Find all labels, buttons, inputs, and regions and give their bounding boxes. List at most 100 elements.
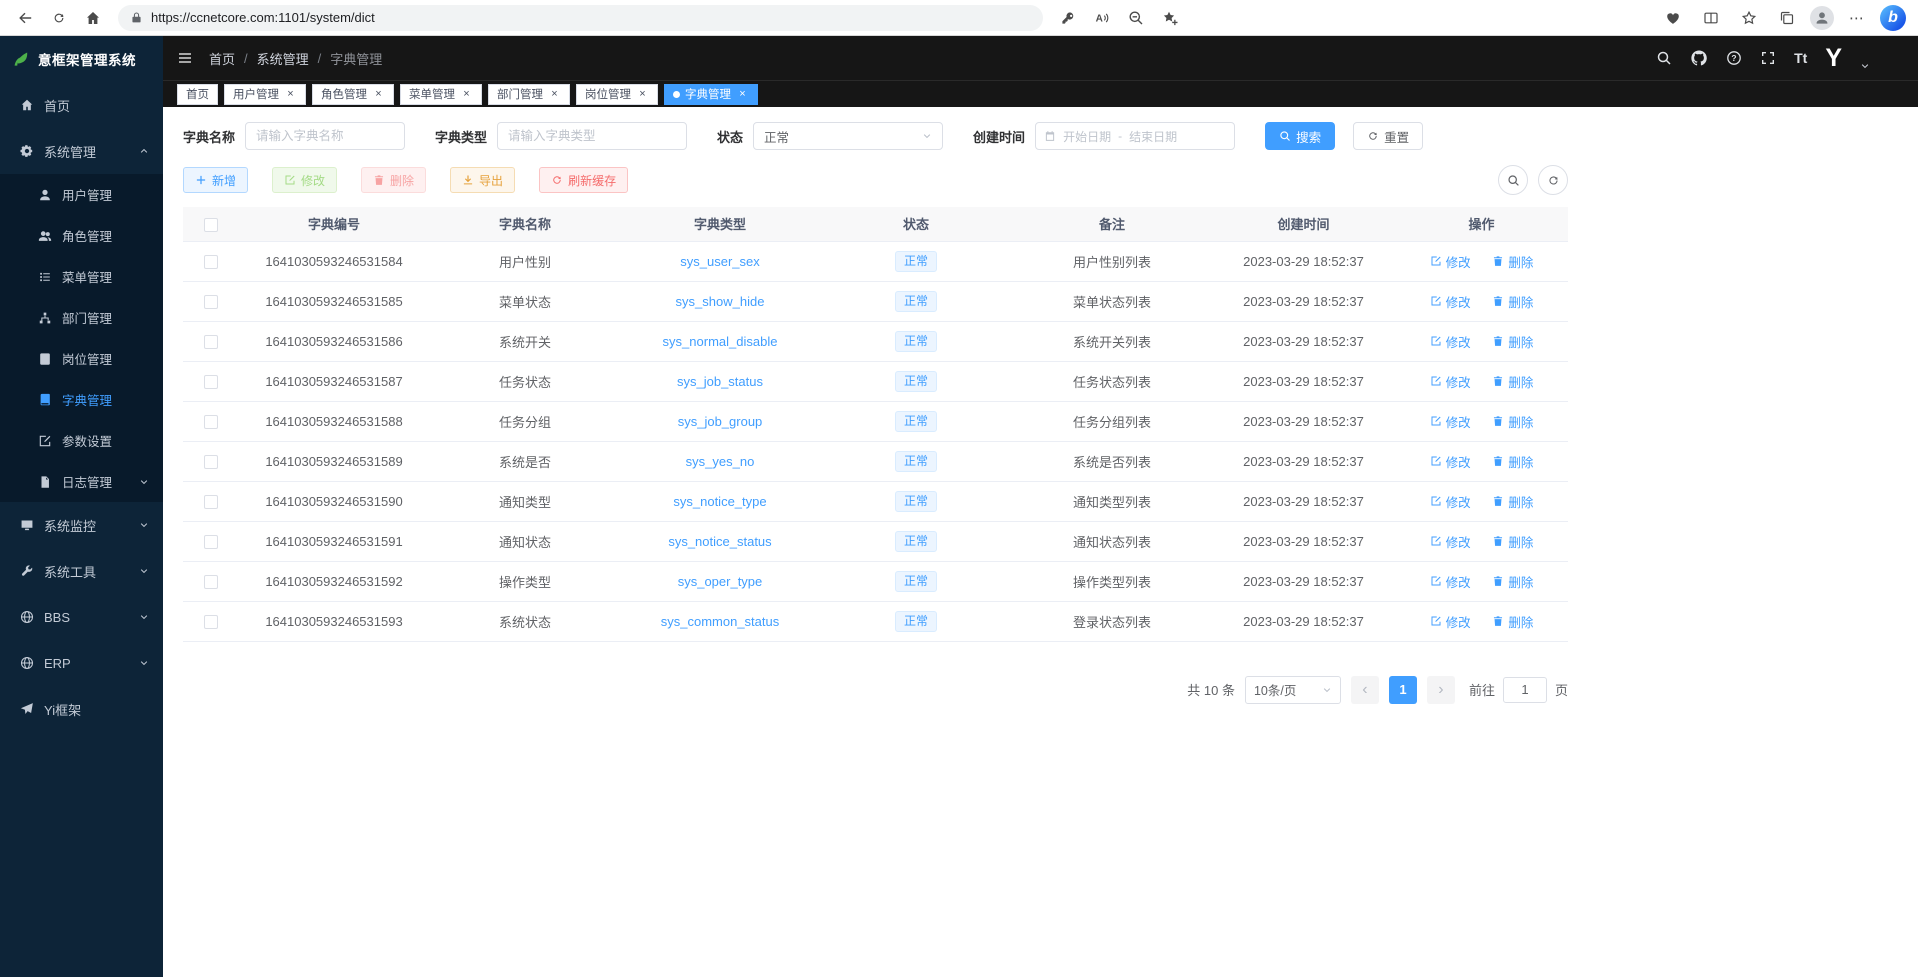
dict-type-input[interactable] — [497, 122, 687, 150]
delete-button[interactable]: 删除 — [361, 167, 426, 193]
sidebar-item-user-management[interactable]: 用户管理 — [0, 174, 163, 215]
browser-refresh-button[interactable] — [44, 4, 74, 32]
read-aloud-button[interactable] — [1087, 4, 1117, 32]
url-text[interactable]: https://ccnetcore.com:1101/system/dict — [151, 10, 375, 25]
row-checkbox[interactable] — [204, 375, 218, 389]
row-checkbox[interactable] — [204, 295, 218, 309]
dict-type-link[interactable]: sys_notice_status — [668, 534, 771, 549]
dict-name-input[interactable] — [245, 122, 405, 150]
dict-type-link[interactable]: sys_user_sex — [680, 254, 759, 269]
row-checkbox[interactable] — [204, 575, 218, 589]
dict-type-link[interactable]: sys_job_status — [677, 374, 763, 389]
fullscreen-button[interactable] — [1760, 50, 1776, 66]
row-edit-button[interactable]: 修改 — [1430, 612, 1471, 631]
help-button[interactable] — [1726, 50, 1742, 66]
page-size-select[interactable]: 10条/页 — [1245, 676, 1341, 704]
next-page-button[interactable]: › — [1427, 676, 1455, 704]
add-favorite-button[interactable] — [1155, 4, 1185, 32]
breadcrumb-system[interactable]: 系统管理 — [257, 49, 309, 68]
row-delete-button[interactable]: 删除 — [1492, 572, 1533, 591]
row-edit-button[interactable]: 修改 — [1430, 452, 1471, 471]
row-delete-button[interactable]: 删除 — [1492, 412, 1533, 431]
dict-type-link[interactable]: sys_show_hide — [676, 294, 765, 309]
sidebar-item-bbs[interactable]: BBS — [0, 594, 163, 640]
row-delete-button[interactable]: 删除 — [1492, 252, 1533, 271]
toggle-search-button[interactable] — [1498, 165, 1528, 195]
row-edit-button[interactable]: 修改 — [1430, 572, 1471, 591]
tab-role-management[interactable]: 角色管理 × — [312, 84, 394, 105]
close-tab-icon[interactable]: × — [460, 88, 473, 101]
row-delete-button[interactable]: 删除 — [1492, 372, 1533, 391]
row-edit-button[interactable]: 修改 — [1430, 252, 1471, 271]
breadcrumb-home[interactable]: 首页 — [209, 49, 235, 68]
row-delete-button[interactable]: 删除 — [1492, 492, 1533, 511]
close-tab-icon[interactable]: × — [284, 88, 297, 101]
tab-home[interactable]: 首页 — [177, 84, 218, 105]
reset-button[interactable]: 重置 — [1353, 122, 1423, 150]
row-checkbox[interactable] — [204, 495, 218, 509]
app-logo[interactable]: 意框架管理系统 — [0, 36, 163, 82]
sidebar-item-erp[interactable]: ERP — [0, 640, 163, 686]
user-avatar-logo[interactable]: Y — [1825, 45, 1842, 71]
tab-dict-management[interactable]: 字典管理 × — [664, 84, 758, 105]
date-range-picker[interactable]: 开始日期 - 结束日期 — [1035, 122, 1235, 150]
sidebar-item-yi-framework[interactable]: Yi框架 — [0, 686, 163, 732]
favorites-button[interactable] — [1734, 4, 1764, 32]
row-checkbox[interactable] — [204, 255, 218, 269]
export-button[interactable]: 导出 — [450, 167, 515, 193]
prev-page-button[interactable]: ‹ — [1351, 676, 1379, 704]
sidebar-toggle-button[interactable] — [177, 50, 193, 66]
tab-dept-management[interactable]: 部门管理 × — [488, 84, 570, 105]
browser-back-button[interactable] — [10, 4, 40, 32]
dict-type-link[interactable]: sys_yes_no — [686, 454, 755, 469]
row-checkbox[interactable] — [204, 535, 218, 549]
avatar-caret-icon[interactable] — [1860, 61, 1870, 71]
sidebar-item-post-management[interactable]: 岗位管理 — [0, 338, 163, 379]
close-tab-icon[interactable]: × — [636, 88, 649, 101]
tab-user-management[interactable]: 用户管理 × — [224, 84, 306, 105]
dict-type-link[interactable]: sys_normal_disable — [663, 334, 778, 349]
sidebar-item-log-management[interactable]: 日志管理 — [0, 461, 163, 502]
row-checkbox[interactable] — [204, 615, 218, 629]
sidebar-item-system-management[interactable]: 系统管理 — [0, 128, 163, 174]
sidebar-item-param-settings[interactable]: 参数设置 — [0, 420, 163, 461]
row-edit-button[interactable]: 修改 — [1430, 412, 1471, 431]
row-checkbox[interactable] — [204, 455, 218, 469]
password-key-button[interactable] — [1053, 4, 1083, 32]
dict-type-link[interactable]: sys_notice_type — [673, 494, 766, 509]
row-edit-button[interactable]: 修改 — [1430, 292, 1471, 311]
tab-menu-management[interactable]: 菜单管理 × — [400, 84, 482, 105]
close-tab-icon[interactable]: × — [372, 88, 385, 101]
row-checkbox[interactable] — [204, 415, 218, 429]
dict-type-link[interactable]: sys_job_group — [678, 414, 763, 429]
collections-button[interactable] — [1772, 4, 1802, 32]
sidebar-item-dept-management[interactable]: 部门管理 — [0, 297, 163, 338]
goto-page-input[interactable] — [1503, 677, 1547, 703]
page-number-current[interactable]: 1 — [1389, 676, 1417, 704]
row-edit-button[interactable]: 修改 — [1430, 332, 1471, 351]
navbar-search-button[interactable] — [1656, 50, 1672, 66]
tab-post-management[interactable]: 岗位管理 × — [576, 84, 658, 105]
sidebar-item-menu-management[interactable]: 菜单管理 — [0, 256, 163, 297]
row-delete-button[interactable]: 删除 — [1492, 332, 1533, 351]
browser-menu-button[interactable]: ⋯ — [1842, 4, 1872, 32]
split-screen-button[interactable] — [1696, 4, 1726, 32]
close-tab-icon[interactable]: × — [736, 88, 749, 101]
row-edit-button[interactable]: 修改 — [1430, 372, 1471, 391]
sidebar-item-dict-management[interactable]: 字典管理 — [0, 379, 163, 420]
browser-home-button[interactable] — [78, 4, 108, 32]
refresh-cache-button[interactable]: 刷新缓存 — [539, 167, 628, 193]
row-edit-button[interactable]: 修改 — [1430, 532, 1471, 551]
edit-button[interactable]: 修改 — [272, 167, 337, 193]
add-button[interactable]: 新增 — [183, 167, 248, 193]
bing-chat-button[interactable]: b — [1880, 5, 1906, 31]
row-checkbox[interactable] — [204, 335, 218, 349]
search-button[interactable]: 搜索 — [1265, 122, 1335, 150]
sidebar-item-system-monitor[interactable]: 系统监控 — [0, 502, 163, 548]
zoom-indicator-button[interactable] — [1121, 4, 1151, 32]
dict-type-link[interactable]: sys_common_status — [661, 614, 780, 629]
row-edit-button[interactable]: 修改 — [1430, 492, 1471, 511]
row-delete-button[interactable]: 删除 — [1492, 612, 1533, 631]
row-delete-button[interactable]: 删除 — [1492, 532, 1533, 551]
sidebar-item-home[interactable]: 首页 — [0, 82, 163, 128]
